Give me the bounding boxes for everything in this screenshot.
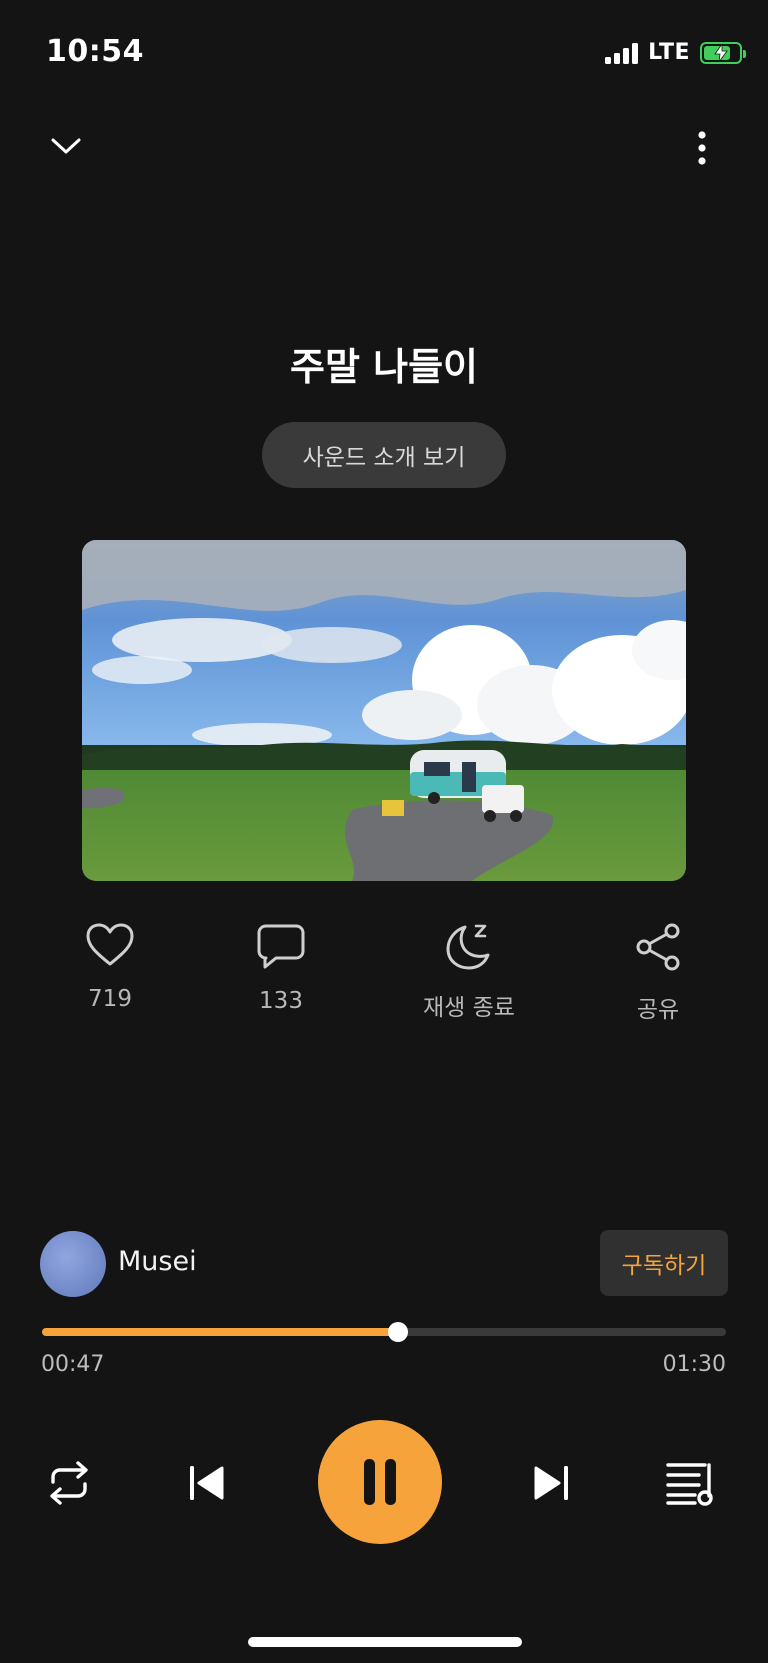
status-indicators: LTE xyxy=(605,40,746,65)
avatar[interactable] xyxy=(40,1231,106,1297)
share-label: 공유 xyxy=(636,997,680,1023)
comment-icon xyxy=(257,924,305,969)
comment-button[interactable]: 133 xyxy=(211,922,351,1014)
more-vertical-icon[interactable] xyxy=(688,128,716,168)
progress-thumb[interactable] xyxy=(387,1322,408,1342)
status-time: 10:54 xyxy=(46,34,144,69)
share-icon xyxy=(636,923,680,971)
track-title: 주말 나들이 xyxy=(289,345,479,389)
pause-icon xyxy=(364,1459,396,1505)
progress-fill xyxy=(42,1328,398,1336)
subscribe-button[interactable]: 구독하기 xyxy=(600,1230,728,1296)
total-time: 01:30 xyxy=(662,1352,726,1377)
repeat-icon[interactable] xyxy=(44,1458,94,1508)
like-button[interactable]: 719 xyxy=(40,922,180,1012)
current-time: 00:47 xyxy=(41,1352,105,1377)
progress-slider[interactable] xyxy=(42,1322,726,1342)
share-button[interactable]: 공유 xyxy=(588,922,728,1024)
artist-name[interactable]: Musei xyxy=(118,1246,197,1277)
skip-next-icon[interactable] xyxy=(528,1460,574,1506)
heart-icon xyxy=(86,923,134,966)
sleep-timer-button[interactable]: 재생 종료 xyxy=(399,922,539,1022)
moon-sleep-icon xyxy=(446,924,490,970)
sleep-timer-label: 재생 종료 xyxy=(423,995,515,1021)
home-indicator[interactable] xyxy=(248,1637,522,1647)
network-label: LTE xyxy=(648,40,690,65)
battery-icon xyxy=(700,41,746,64)
comment-count: 133 xyxy=(259,988,303,1014)
playlist-icon[interactable] xyxy=(664,1458,720,1508)
pause-button[interactable] xyxy=(318,1420,442,1544)
signal-icon xyxy=(605,42,639,64)
like-count: 719 xyxy=(88,986,132,1012)
skip-previous-icon[interactable] xyxy=(184,1460,230,1506)
album-artwork xyxy=(82,540,686,881)
chevron-down-icon[interactable] xyxy=(44,128,88,164)
sound-intro-button[interactable]: 사운드 소개 보기 xyxy=(262,422,506,488)
